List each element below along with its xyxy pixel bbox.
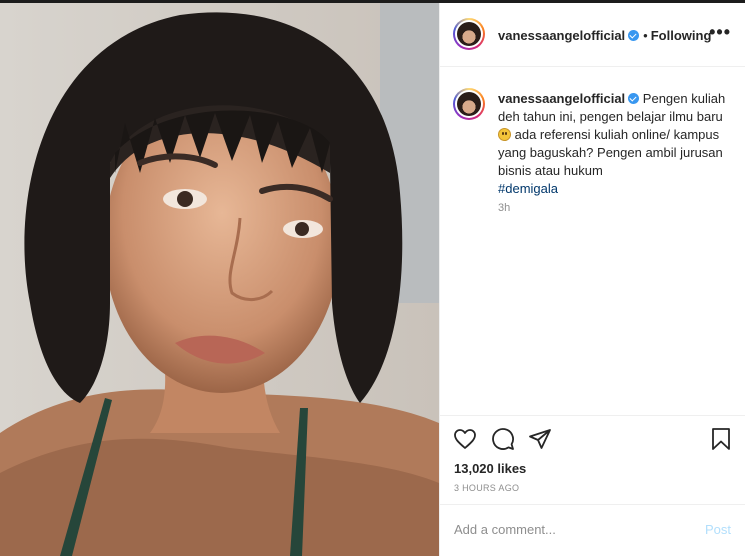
heart-icon[interactable] xyxy=(453,427,477,451)
post-side-panel: vanessaangelofficial • Following ••• vanes… xyxy=(439,3,745,556)
verified-icon xyxy=(628,30,640,41)
post-actions: 13,020 likes 3 HOURS AGO Post xyxy=(440,415,745,556)
caption-time: 3h xyxy=(498,202,511,214)
caption-text-continued: ada referensi kuliah online/ kampus yang… xyxy=(498,127,723,178)
add-comment-bar: Post xyxy=(440,504,745,556)
separator-dot: • xyxy=(643,28,648,43)
post-comment-button[interactable]: Post xyxy=(705,522,731,537)
post-photo[interactable] xyxy=(0,3,439,556)
hashtag-link[interactable]: #demigala xyxy=(498,181,558,196)
post-header: vanessaangelofficial • Following ••• xyxy=(440,3,745,67)
instagram-post: vanessaangelofficial • Following ••• vanes… xyxy=(0,0,745,556)
author-username[interactable]: vanessaangelofficial xyxy=(498,28,625,43)
comment-input[interactable] xyxy=(454,522,684,537)
share-icon[interactable] xyxy=(528,427,552,451)
post-timestamp: 3 HOURS AGO xyxy=(454,483,520,493)
likes-count[interactable]: 13,020 likes xyxy=(454,461,526,476)
verified-icon xyxy=(628,93,640,104)
author-line: vanessaangelofficial • Following xyxy=(498,27,711,45)
comment-icon[interactable] xyxy=(491,427,515,451)
caption-author-avatar[interactable] xyxy=(453,88,485,120)
author-avatar[interactable] xyxy=(453,18,485,50)
worried-face-emoji-icon xyxy=(498,128,511,141)
post-caption: vanessaangelofficial Pengen kuliah deh t… xyxy=(498,90,730,198)
bookmark-icon[interactable] xyxy=(710,427,732,451)
more-icon[interactable]: ••• xyxy=(709,23,731,41)
caption-username[interactable]: vanessaangelofficial xyxy=(498,91,625,106)
portrait-image xyxy=(0,3,439,556)
following-button[interactable]: Following xyxy=(651,28,712,43)
